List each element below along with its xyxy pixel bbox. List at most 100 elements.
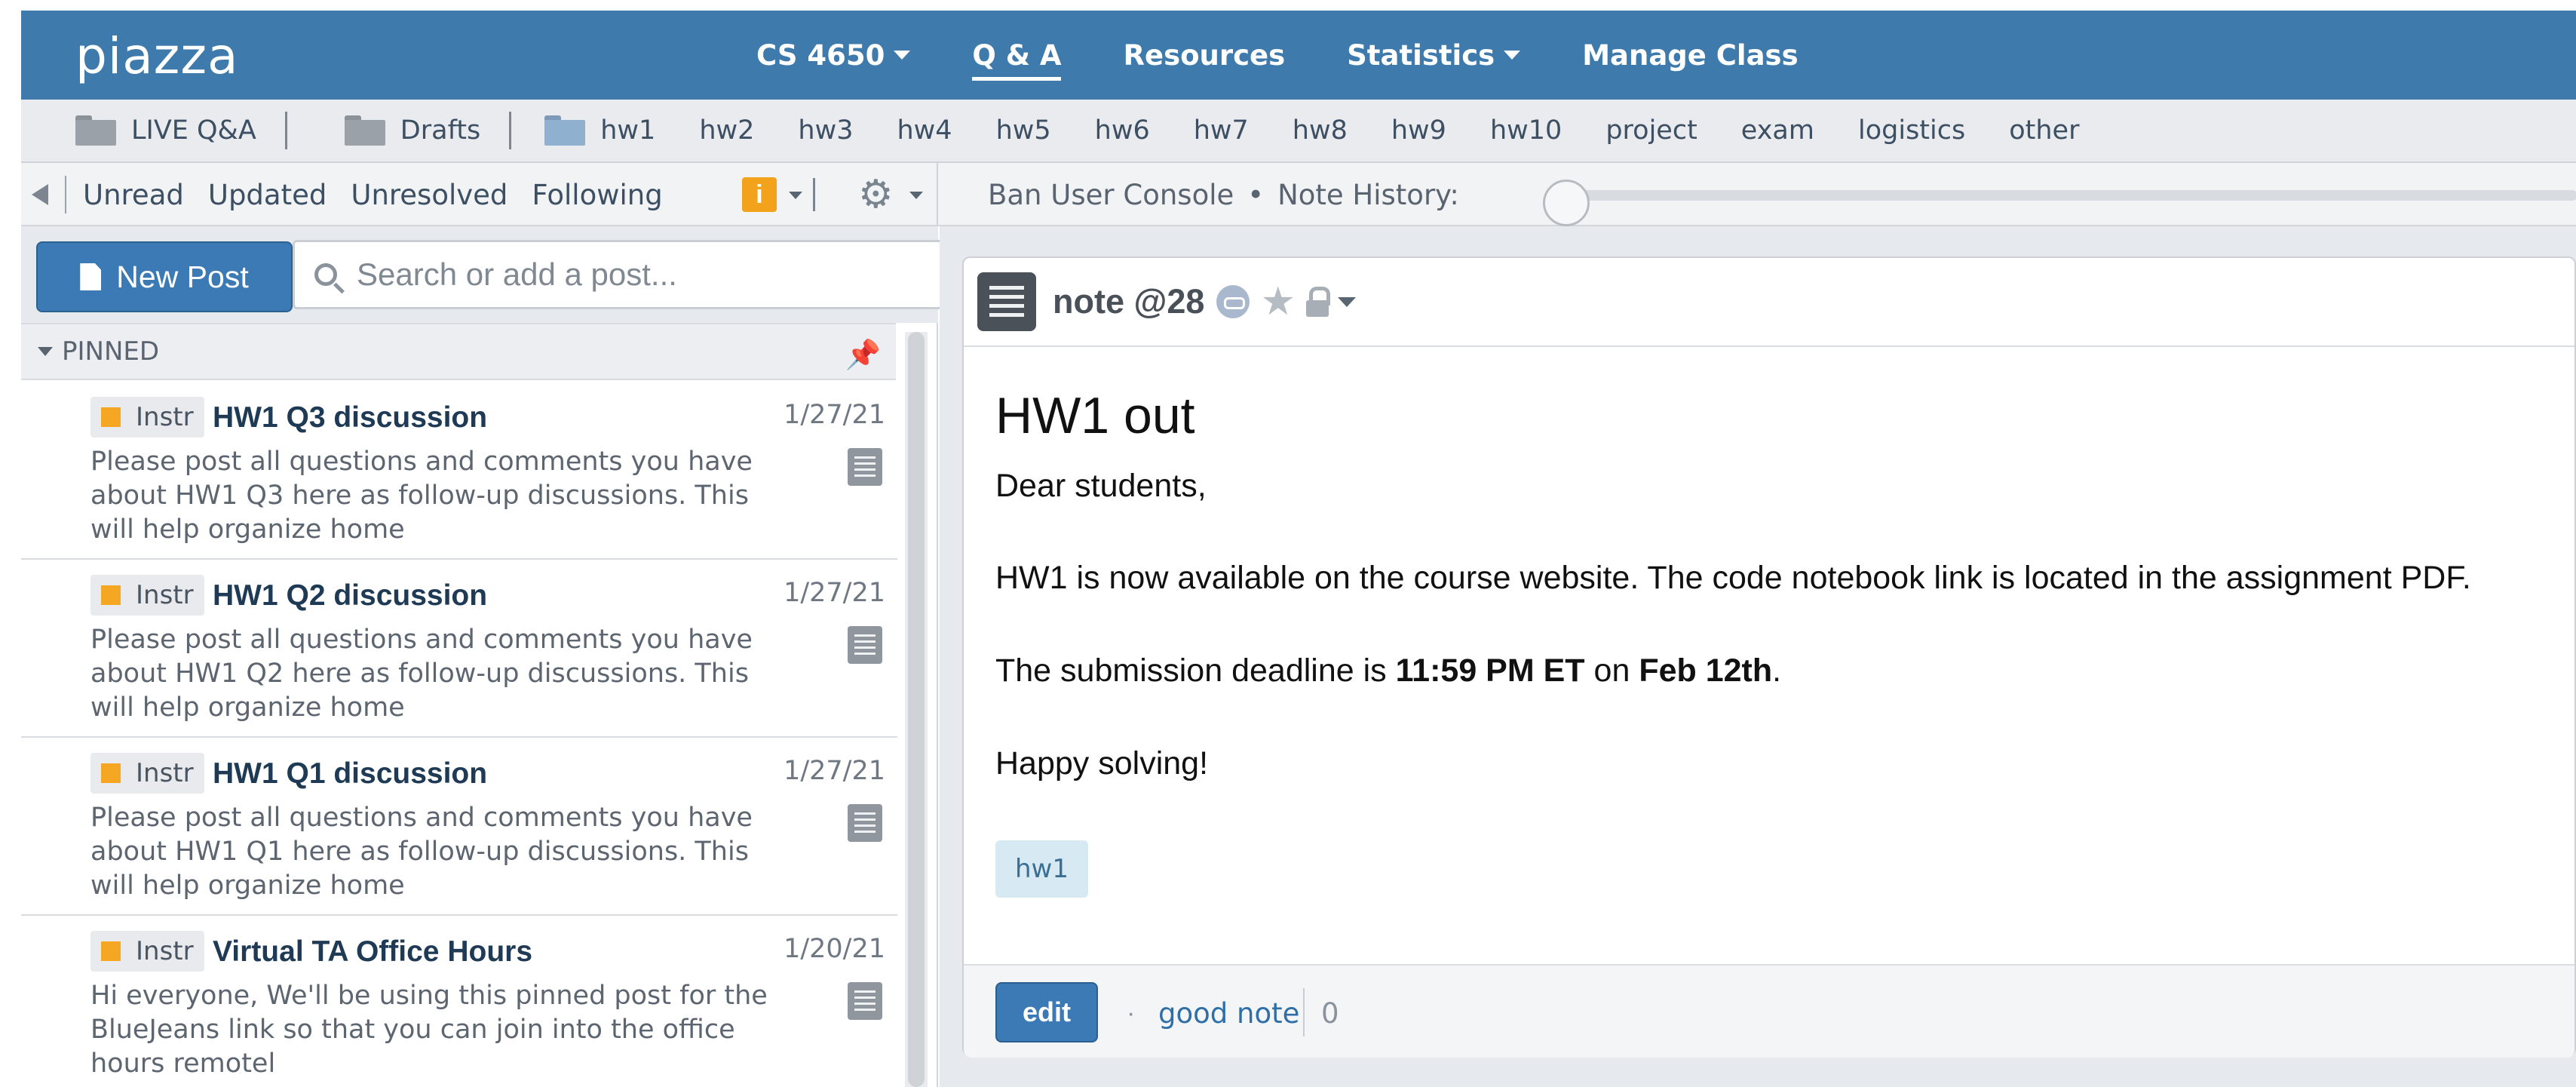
folder-project[interactable]: project [1605,115,1697,146]
folder-label: project [1605,115,1697,146]
note-icon [848,448,882,486]
folder-logistics[interactable]: logistics [1858,115,1965,146]
folder-label: logistics [1857,115,1966,146]
folder-hw4[interactable]: hw4 [897,115,952,146]
badge-label: Instr [136,402,194,432]
folder-exam[interactable]: exam [1741,115,1814,146]
nav-statistics[interactable]: Statistics [1347,39,1521,72]
note-id-label: note @28 [1053,282,1205,321]
lock-icon[interactable] [1306,287,1331,317]
deadline-time: 11:59 PM ET [1395,653,1585,689]
folder-icon [344,115,385,146]
note-tools: Ban User Console • Note History: [988,163,1459,226]
note-icon [848,982,882,1020]
folder-label: exam [1740,115,1814,146]
chevron-down-icon[interactable] [909,192,923,199]
deadline-prefix: The submission deadline is [995,653,1396,689]
top-nav: CS 4650 Q & A Resources Statistics Manag… [756,11,1860,100]
note-body-line: HW1 is now available on the course websi… [995,560,2471,596]
divider [65,176,66,213]
folder-hw8[interactable]: hw8 [1293,115,1348,146]
folder-label: hw8 [1292,115,1348,146]
feed-post-item[interactable]: Instr HW1 Q2 discussion 1/27/21 Please p… [21,560,897,738]
note-footer: edit · good note 0 [964,964,2574,1058]
instructor-badge: Instr [90,931,204,972]
folder-hw6[interactable]: hw6 [1095,115,1150,146]
collapse-arrow-icon[interactable] [32,184,48,205]
folder-label: Drafts [400,115,481,146]
filter-updated[interactable]: Updated [208,179,327,211]
folder-hw7[interactable]: hw7 [1194,115,1249,146]
filter-following[interactable]: Following [532,179,662,211]
post-date: 1/27/21 [784,756,885,786]
chevron-down-icon[interactable] [789,192,802,199]
separator-dot: · [1127,999,1136,1027]
link-icon[interactable] [1216,285,1250,318]
folder-live-qa[interactable]: LIVE Q&A [75,115,256,146]
folder-hw3[interactable]: hw3 [798,115,853,146]
new-post-button[interactable]: New Post [36,241,293,312]
feed-toolbar: New Post [21,226,949,323]
folder-label: hw7 [1193,115,1249,146]
chevron-down-icon[interactable] [1338,296,1357,307]
good-note-button[interactable]: good note [1158,997,1299,1030]
folder-label: hw9 [1391,115,1446,146]
post-preview: Please post all questions and comments y… [90,447,753,545]
feed-post-item[interactable]: Instr HW1 Q3 discussion 1/27/21 Please p… [21,382,897,560]
feed-scrollbar[interactable] [905,332,928,1087]
folder-hw10[interactable]: hw10 [1490,115,1562,146]
note-history-slider-track[interactable] [1567,190,2576,201]
feed-post-item[interactable]: Instr HW1 Q1 discussion 1/27/21 Please p… [21,738,897,916]
feed-filters: Unread Updated Unresolved Following i ⚙ [21,163,938,226]
folder-label: hw5 [995,115,1051,146]
post-date: 1/27/21 [784,400,885,430]
folder-drafts[interactable]: Drafts [344,115,481,146]
search-field[interactable] [293,240,949,309]
post-title: HW1 Q2 discussion [213,579,488,612]
good-note-count: 0 [1321,997,1339,1030]
separator-dot: • [1247,178,1265,211]
post-title: HW1 Q3 discussion [213,401,488,434]
note-menu-icon[interactable] [977,272,1036,331]
folder-hw9[interactable]: hw9 [1391,115,1446,146]
deadline-mid: on [1584,653,1639,689]
post-date: 1/27/21 [784,578,885,608]
nav-course-selector[interactable]: CS 4650 [756,39,911,72]
divider [509,112,512,149]
note-greeting: Dear students, [995,468,1207,504]
nav-qa-label: Q & A [972,38,1062,72]
folder-tag[interactable]: hw1 [995,840,1088,898]
top-navigation-bar: piazza CS 4650 Q & A Resources Statistic… [21,11,2576,100]
divider [813,178,815,211]
note-icon [848,626,882,664]
folder-hw5[interactable]: hw5 [996,115,1051,146]
star-icon[interactable]: ★ [1260,282,1296,321]
folder-label: other [2009,115,2080,146]
gear-icon[interactable]: ⚙ [858,175,894,214]
ban-user-console-link[interactable]: Ban User Console [988,179,1234,211]
badge-label: Instr [136,758,194,788]
deadline-date: Feb 12th [1639,653,1773,689]
filter-unresolved[interactable]: Unresolved [351,179,508,211]
nav-qa[interactable]: Q & A [972,38,1062,81]
piazza-logo[interactable]: piazza [75,27,238,85]
folder-hw2[interactable]: hw2 [699,115,754,146]
folder-hw1[interactable]: hw1 [544,115,655,146]
document-icon [80,263,102,290]
feed-post-item[interactable]: Instr Virtual TA Office Hours 1/20/21 Hi… [21,916,897,1087]
scrollbar-thumb[interactable] [908,332,925,1087]
nav-manage-class[interactable]: Manage Class [1582,39,1798,72]
note-history-slider-handle[interactable] [1543,180,1590,226]
instructor-square-icon [101,941,121,961]
instructor-badge: Instr [90,575,204,616]
instructor-square-icon [101,763,121,783]
instructor-square-icon [101,407,121,427]
search-input[interactable] [357,256,930,293]
info-icon[interactable]: i [742,177,777,212]
nav-resources[interactable]: Resources [1123,39,1285,72]
pinned-section-header[interactable]: PINNED 📌 [21,323,896,380]
folder-other[interactable]: other [2009,115,2079,146]
filter-unread[interactable]: Unread [83,179,184,211]
folder-label: LIVE Q&A [131,115,256,146]
edit-button[interactable]: edit [995,982,1098,1042]
